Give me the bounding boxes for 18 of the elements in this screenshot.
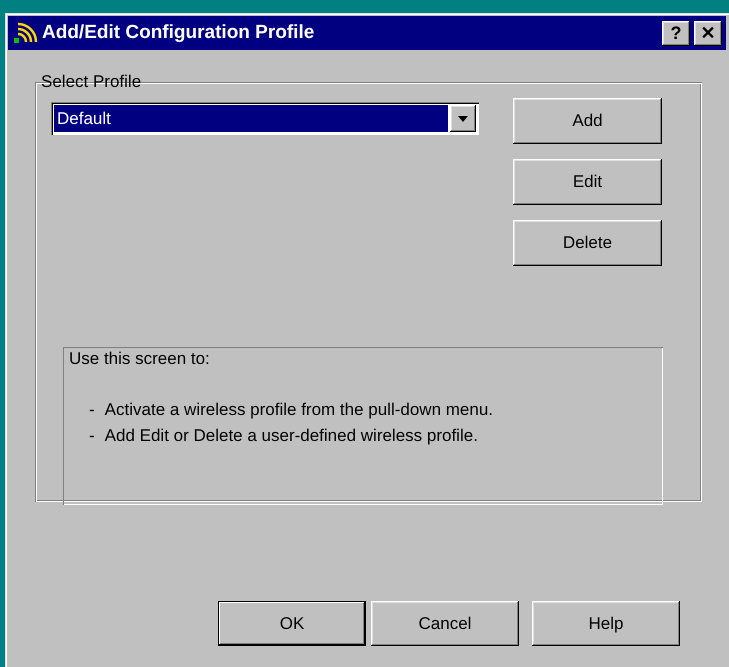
help-button[interactable]: Help [532, 601, 680, 646]
group-label: Select Profile [40, 72, 142, 92]
help-item: Activate a wireless profile from the pull-down menu. [104, 399, 494, 421]
cancel-button[interactable]: Cancel [371, 601, 519, 646]
close-button[interactable]: ✕ [694, 20, 722, 46]
profile-dropdown[interactable]: Default [51, 102, 479, 135]
edit-button[interactable]: Edit [513, 159, 662, 205]
dropdown-arrow-icon [458, 116, 468, 122]
help-item: Add Edit or Delete a user-defined wireless profile. [104, 425, 478, 447]
wireless-icon [12, 20, 38, 46]
window-title: Add/Edit Configuration Profile [42, 22, 316, 44]
add-button[interactable]: Add [513, 98, 662, 144]
bullet-dash: - [89, 425, 95, 447]
bullet-dash: - [89, 399, 95, 421]
help-heading: Use this screen to: [69, 349, 211, 369]
ok-button[interactable]: OK [218, 601, 366, 646]
help-button[interactable]: ? [662, 20, 690, 46]
delete-button[interactable]: Delete [513, 220, 662, 266]
